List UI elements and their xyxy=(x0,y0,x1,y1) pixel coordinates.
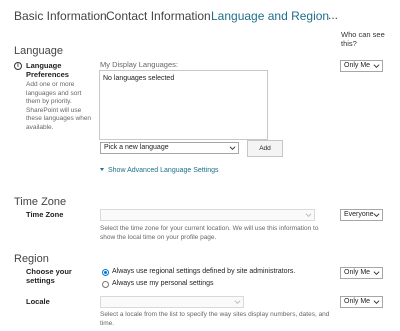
radio-label: Always use my personal settings xyxy=(112,280,214,287)
tab-language-and-region[interactable]: Language and Region xyxy=(211,9,329,23)
display-languages-label: My Display Languages: xyxy=(100,60,178,69)
desc-line: languages and sort xyxy=(26,89,82,97)
desc-line: available. xyxy=(26,123,54,131)
add-language-button[interactable]: Add xyxy=(247,140,283,157)
radio-indicator xyxy=(102,281,109,288)
locale-select[interactable] xyxy=(100,296,244,308)
section-title-language: Language xyxy=(14,45,63,57)
show-advanced-language-settings-link[interactable]: Show Advanced Language Settings xyxy=(100,167,219,174)
chevron-down-icon xyxy=(373,271,380,275)
privacy-select-region-settings[interactable]: Only Me xyxy=(340,267,383,279)
info-icon: i xyxy=(14,62,22,70)
label-line: Preferences xyxy=(26,70,69,79)
privacy-value: Only Me xyxy=(344,269,371,276)
chevron-down-icon xyxy=(234,300,241,304)
label-line: Choose your xyxy=(26,267,72,276)
chevron-down-icon xyxy=(373,300,380,304)
desc-line: SharePoint will use xyxy=(26,106,82,114)
chevron-down-icon xyxy=(373,64,380,68)
privacy-select-time-zone[interactable]: Everyone xyxy=(340,209,383,221)
section-title-time-zone: Time Zone xyxy=(14,196,67,208)
locale-note: Select a locale from the list to specify… xyxy=(100,310,329,328)
note-line: show the local time on your profile page… xyxy=(100,234,217,241)
note-line: Select a locale from the list to specify… xyxy=(100,311,330,318)
pick-language-select[interactable]: Pick a new language xyxy=(100,142,239,154)
note-line: time. xyxy=(100,320,115,327)
privacy-value: Only Me xyxy=(344,298,371,305)
label-line: settings xyxy=(26,276,55,285)
radio-label: Always use regional settings defined by … xyxy=(112,268,296,275)
who-can-see-this-header: Who can see this? xyxy=(341,30,385,48)
expand-triangle-icon xyxy=(100,168,104,171)
radio-selected-indicator xyxy=(102,269,109,276)
privacy-select-language[interactable]: Only Me xyxy=(340,60,383,72)
field-label-time-zone: Time Zone xyxy=(26,210,64,219)
field-label-language-preferences: Language Preferences xyxy=(26,61,69,79)
chevron-down-icon xyxy=(229,146,236,150)
time-zone-select[interactable] xyxy=(100,209,315,221)
chevron-down-icon xyxy=(305,213,312,217)
privacy-value: Everyone xyxy=(344,211,374,218)
desc-line: them by priority. xyxy=(26,98,72,105)
tab-contact-information[interactable]: Contact Information xyxy=(106,9,211,23)
more-tabs-button[interactable]: ... xyxy=(328,8,338,22)
chevron-down-icon xyxy=(373,213,380,217)
note-line: Select the time zone for your current lo… xyxy=(100,225,319,232)
field-label-locale: Locale xyxy=(26,297,50,306)
display-languages-list[interactable]: No languages selected xyxy=(99,70,268,140)
section-title-region: Region xyxy=(14,253,49,265)
desc-line: these languages when xyxy=(26,115,92,122)
label-line: Language xyxy=(26,61,62,70)
empty-list-text: No languages selected xyxy=(103,75,175,82)
desc-line: Add one or more xyxy=(26,81,75,88)
privacy-select-locale[interactable]: Only Me xyxy=(340,296,383,308)
pick-language-value: Pick a new language xyxy=(104,144,169,151)
language-preferences-description: Add one or more languages and sort them … xyxy=(26,81,91,132)
field-label-choose-your-settings: Choose your settings xyxy=(26,267,72,285)
tab-basic-information[interactable]: Basic Information xyxy=(14,9,107,23)
advanced-link-label: Show Advanced Language Settings xyxy=(108,167,219,174)
privacy-value: Only Me xyxy=(344,62,371,69)
time-zone-note: Select the time zone for your current lo… xyxy=(100,224,318,242)
